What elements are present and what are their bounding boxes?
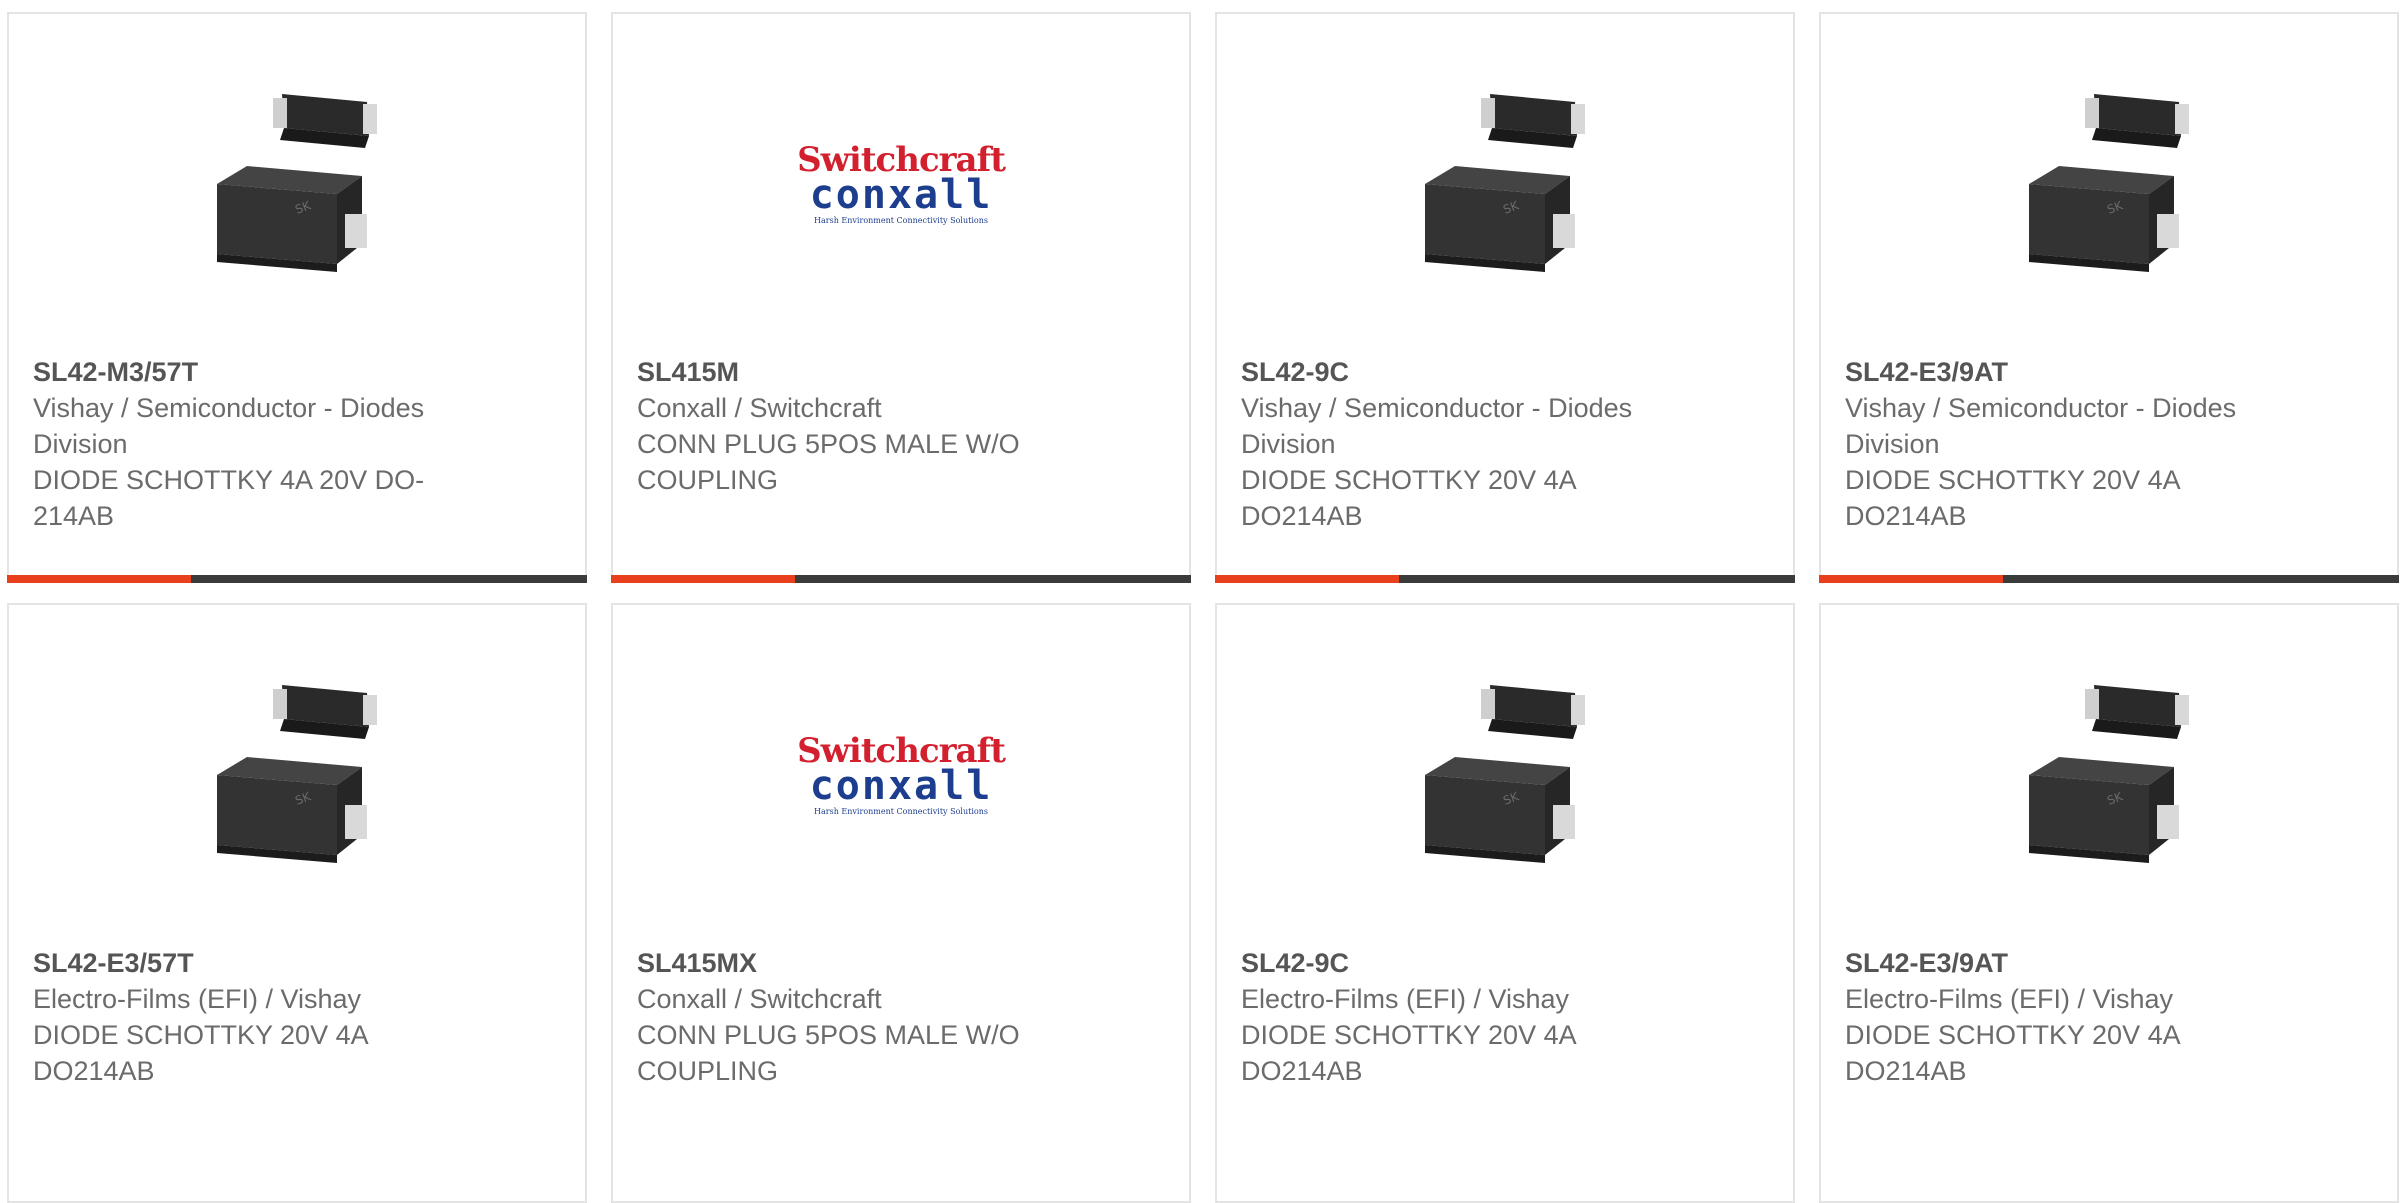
description: CONN PLUG 5POS MALE W/O COUPLING [637,1020,1020,1086]
diode-package-icon [1395,74,1615,294]
diode-package-icon [1395,665,1615,885]
product-card[interactable]: SL42-E3/9AT Electro-Films (EFI) / Vishay… [1819,603,2399,1203]
description: DIODE SCHOTTKY 20V 4A DO214AB [1845,465,2180,531]
logo-line-2: conxall [809,172,993,218]
card-accent [1819,575,2003,583]
card-accent [1215,575,1399,583]
manufacturer: Vishay / Semiconductor - Diodes Division [1241,393,1633,459]
product-card[interactable]: SL42-9C Electro-Films (EFI) / Vishay DIO… [1215,603,1795,1203]
description: DIODE SCHOTTKY 4A 20V DO-214AB [33,465,425,531]
part-number-link[interactable]: SL415MX [637,945,1097,981]
product-grid-row-2: SL42-E3/57T Electro-Films (EFI) / Vishay… [7,603,2400,1203]
card-footer-bar [611,575,1191,583]
logo-tagline: Harsh Environment Connectivity Solutions [814,216,988,225]
diode-package-icon [1999,74,2219,294]
manufacturer: Vishay / Semiconductor - Diodes Division [1845,393,2237,459]
part-number-link[interactable]: SL42-9C [1241,945,1701,981]
switchcraft-conxall-logo: Switchcraft conxall Harsh Environment Co… [797,143,1006,225]
product-image [1217,655,1793,895]
product-card[interactable]: Switchcraft conxall Harsh Environment Co… [611,603,1191,1203]
product-image: Switchcraft conxall Harsh Environment Co… [613,655,1189,895]
part-number-link[interactable]: SL42-E3/9AT [1845,354,2305,390]
product-info: SL42-9C Vishay / Semiconductor - Diodes … [1241,354,1701,534]
product-card[interactable]: SL42-E3/9AT Vishay / Semiconductor - Dio… [1819,12,2399,583]
manufacturer: Electro-Films (EFI) / Vishay [1241,984,1570,1014]
part-number-link[interactable]: SL42-E3/9AT [1845,945,2305,981]
product-image [1217,64,1793,304]
card-accent [7,575,191,583]
description: DIODE SCHOTTKY 20V 4A DO214AB [33,1020,368,1086]
description: DIODE SCHOTTKY 20V 4A DO214AB [1845,1020,2180,1086]
logo-tagline: Harsh Environment Connectivity Solutions [814,807,988,816]
product-image: Switchcraft conxall Harsh Environment Co… [613,64,1189,304]
description: DIODE SCHOTTKY 20V 4A DO214AB [1241,465,1576,531]
product-image [9,655,585,895]
diode-package-icon [187,74,407,294]
card-accent [611,575,795,583]
part-number-link[interactable]: SL42-9C [1241,354,1701,390]
part-number-link[interactable]: SL415M [637,354,1097,390]
part-number-link[interactable]: SL42-E3/57T [33,945,493,981]
description: CONN PLUG 5POS MALE W/O COUPLING [637,429,1020,495]
card-footer-bar [1819,575,2399,583]
diode-package-icon [1999,665,2219,885]
product-card[interactable]: SL42-M3/57T Vishay / Semiconductor - Dio… [7,12,587,583]
product-image [1821,655,2397,895]
description: DIODE SCHOTTKY 20V 4A DO214AB [1241,1020,1576,1086]
product-info: SL42-E3/9AT Electro-Films (EFI) / Vishay… [1845,945,2305,1089]
switchcraft-conxall-logo: Switchcraft conxall Harsh Environment Co… [797,734,1006,816]
product-info: SL415M Conxall / Switchcraft CONN PLUG 5… [637,354,1097,498]
part-number-link[interactable]: SL42-M3/57T [33,354,493,390]
product-image [9,64,585,304]
logo-line-2: conxall [809,763,993,809]
card-footer-bar [7,575,587,583]
product-card[interactable]: SL42-9C Vishay / Semiconductor - Diodes … [1215,12,1795,583]
product-info: SL42-9C Electro-Films (EFI) / Vishay DIO… [1241,945,1701,1089]
product-info: SL42-E3/57T Electro-Films (EFI) / Vishay… [33,945,493,1089]
product-grid-row-1: SL42-M3/57T Vishay / Semiconductor - Dio… [7,12,2400,583]
product-info: SL42-M3/57T Vishay / Semiconductor - Dio… [33,354,493,534]
manufacturer: Conxall / Switchcraft [637,393,882,423]
diode-package-icon [187,665,407,885]
product-card[interactable]: Switchcraft conxall Harsh Environment Co… [611,12,1191,583]
product-card[interactable]: SL42-E3/57T Electro-Films (EFI) / Vishay… [7,603,587,1203]
product-info: SL415MX Conxall / Switchcraft CONN PLUG … [637,945,1097,1089]
product-info: SL42-E3/9AT Vishay / Semiconductor - Dio… [1845,354,2305,534]
manufacturer: Conxall / Switchcraft [637,984,882,1014]
manufacturer: Electro-Films (EFI) / Vishay [33,984,362,1014]
manufacturer: Vishay / Semiconductor - Diodes Division [33,393,425,459]
product-image [1821,64,2397,304]
card-footer-bar [1215,575,1795,583]
manufacturer: Electro-Films (EFI) / Vishay [1845,984,2174,1014]
